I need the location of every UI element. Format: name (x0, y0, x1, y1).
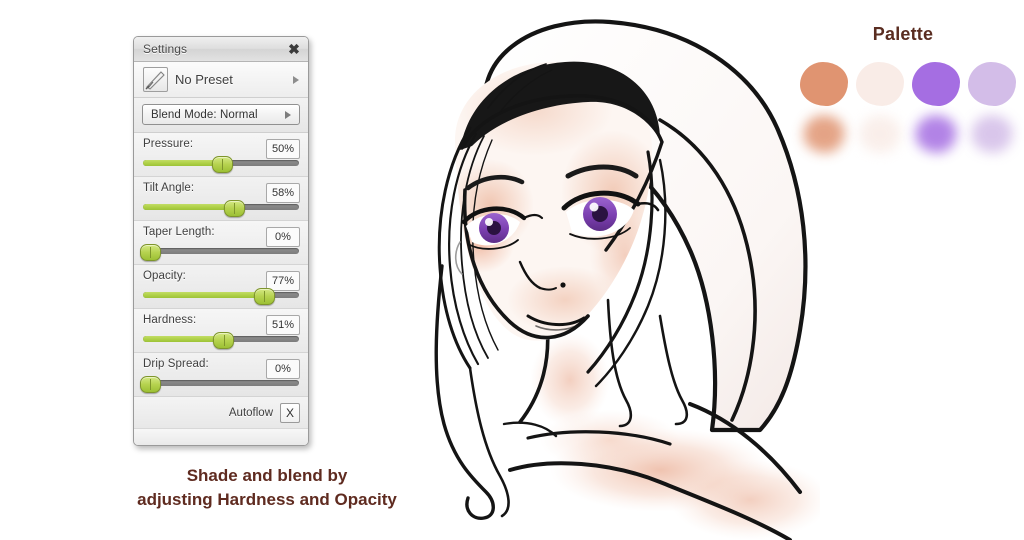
autoflow-row: Autoflow X (134, 397, 308, 429)
slider-fill-hardness (143, 336, 223, 342)
slider-track-drip-spread[interactable] (139, 375, 299, 393)
slider-label-hardness: Hardness: (143, 314, 197, 326)
slider-knob-drip-spread[interactable] (139, 375, 161, 393)
autoflow-label: Autoflow (228, 406, 273, 419)
swatch-purple-solid[interactable] (912, 62, 960, 106)
autoflow-checkbox[interactable]: X (280, 402, 300, 423)
slider-knob-pressure[interactable] (211, 155, 233, 173)
slider-label-tilt-angle: Tilt Angle: (143, 182, 195, 194)
slider-track-opacity[interactable] (143, 287, 299, 305)
slider-knob-tilt-angle[interactable] (223, 199, 245, 217)
swatch-purple-blob (912, 62, 960, 106)
settings-panel: Settings ✖ No Preset Blend Mode: Normal … (133, 36, 309, 446)
swatch-pale-pink-soft[interactable] (856, 112, 904, 156)
slider-list: Pressure: 50% Tilt Angle: 58% Taper Length: 0… (134, 133, 308, 397)
swatch-pale-pink-soft-blob (859, 115, 901, 153)
slider-value-pressure[interactable]: 50% (266, 139, 300, 159)
slider-fill-tilt-angle (143, 204, 234, 210)
slider-track-hardness[interactable] (143, 331, 299, 349)
slider-row-tilt-angle: Tilt Angle: 58% (134, 177, 308, 221)
arrow-right-icon (293, 75, 299, 84)
brush-stroke-thumbnail-icon (143, 67, 168, 92)
swatch-pale-pink-solid[interactable] (856, 62, 904, 106)
swatch-purple-soft-blob (915, 115, 957, 153)
panel-footer (134, 429, 308, 445)
slider-value-taper-length[interactable]: 0% (266, 227, 300, 247)
preset-label: No Preset (175, 72, 233, 87)
slider-value-hardness[interactable]: 51% (266, 315, 300, 335)
slider-track-pressure[interactable] (143, 155, 299, 173)
swatch-lavender-soft-blob (971, 115, 1013, 153)
blend-mode-row: Blend Mode: Normal (134, 98, 308, 133)
swatch-lavender-soft[interactable] (968, 112, 1016, 156)
slider-track-tilt-angle[interactable] (143, 199, 299, 217)
slider-knob-hardness[interactable] (213, 331, 235, 349)
swatch-pale-pink-blob (856, 62, 904, 106)
portrait-illustration (360, 0, 820, 540)
slider-fill-opacity (143, 292, 264, 298)
palette-swatch-row-soft (792, 112, 1014, 164)
slider-row-hardness: Hardness: 51% (134, 309, 308, 353)
slider-row-taper-length: Taper Length: 0% (134, 221, 308, 265)
swatch-lavender-blob (968, 62, 1016, 106)
slider-track-taper-length[interactable] (139, 243, 299, 261)
slider-value-tilt-angle[interactable]: 58% (266, 183, 300, 203)
palette-swatch-row-solid (792, 62, 1016, 114)
preset-selector[interactable]: No Preset (134, 62, 308, 98)
slider-label-drip-spread: Drip Spread: (143, 358, 209, 370)
swatch-lavender-solid[interactable] (968, 62, 1016, 106)
palette-title: Palette (872, 24, 934, 44)
blend-mode-label: Blend Mode: Normal (151, 108, 258, 121)
close-icon[interactable]: ✖ (287, 42, 301, 56)
swatch-purple-soft[interactable] (912, 112, 960, 156)
blend-mode-dropdown[interactable]: Blend Mode: Normal (142, 104, 300, 125)
palette: Palette (792, 24, 1016, 174)
slider-row-pressure: Pressure: 50% (134, 133, 308, 177)
panel-titlebar: Settings ✖ (134, 37, 308, 62)
slider-fill-pressure (143, 160, 221, 166)
slider-knob-taper-length[interactable] (139, 243, 161, 261)
slider-label-opacity: Opacity: (143, 270, 186, 282)
slider-row-drip-spread: Drip Spread: 0% (134, 353, 308, 397)
slider-label-pressure: Pressure: (143, 138, 194, 150)
slider-value-drip-spread[interactable]: 0% (266, 359, 300, 379)
slider-row-opacity: Opacity: 77% (134, 265, 308, 309)
page-title: Settings (143, 42, 188, 56)
slider-knob-opacity[interactable] (253, 287, 275, 305)
slider-label-taper-length: Taper Length: (143, 226, 215, 238)
chevron-right-icon (285, 110, 291, 119)
